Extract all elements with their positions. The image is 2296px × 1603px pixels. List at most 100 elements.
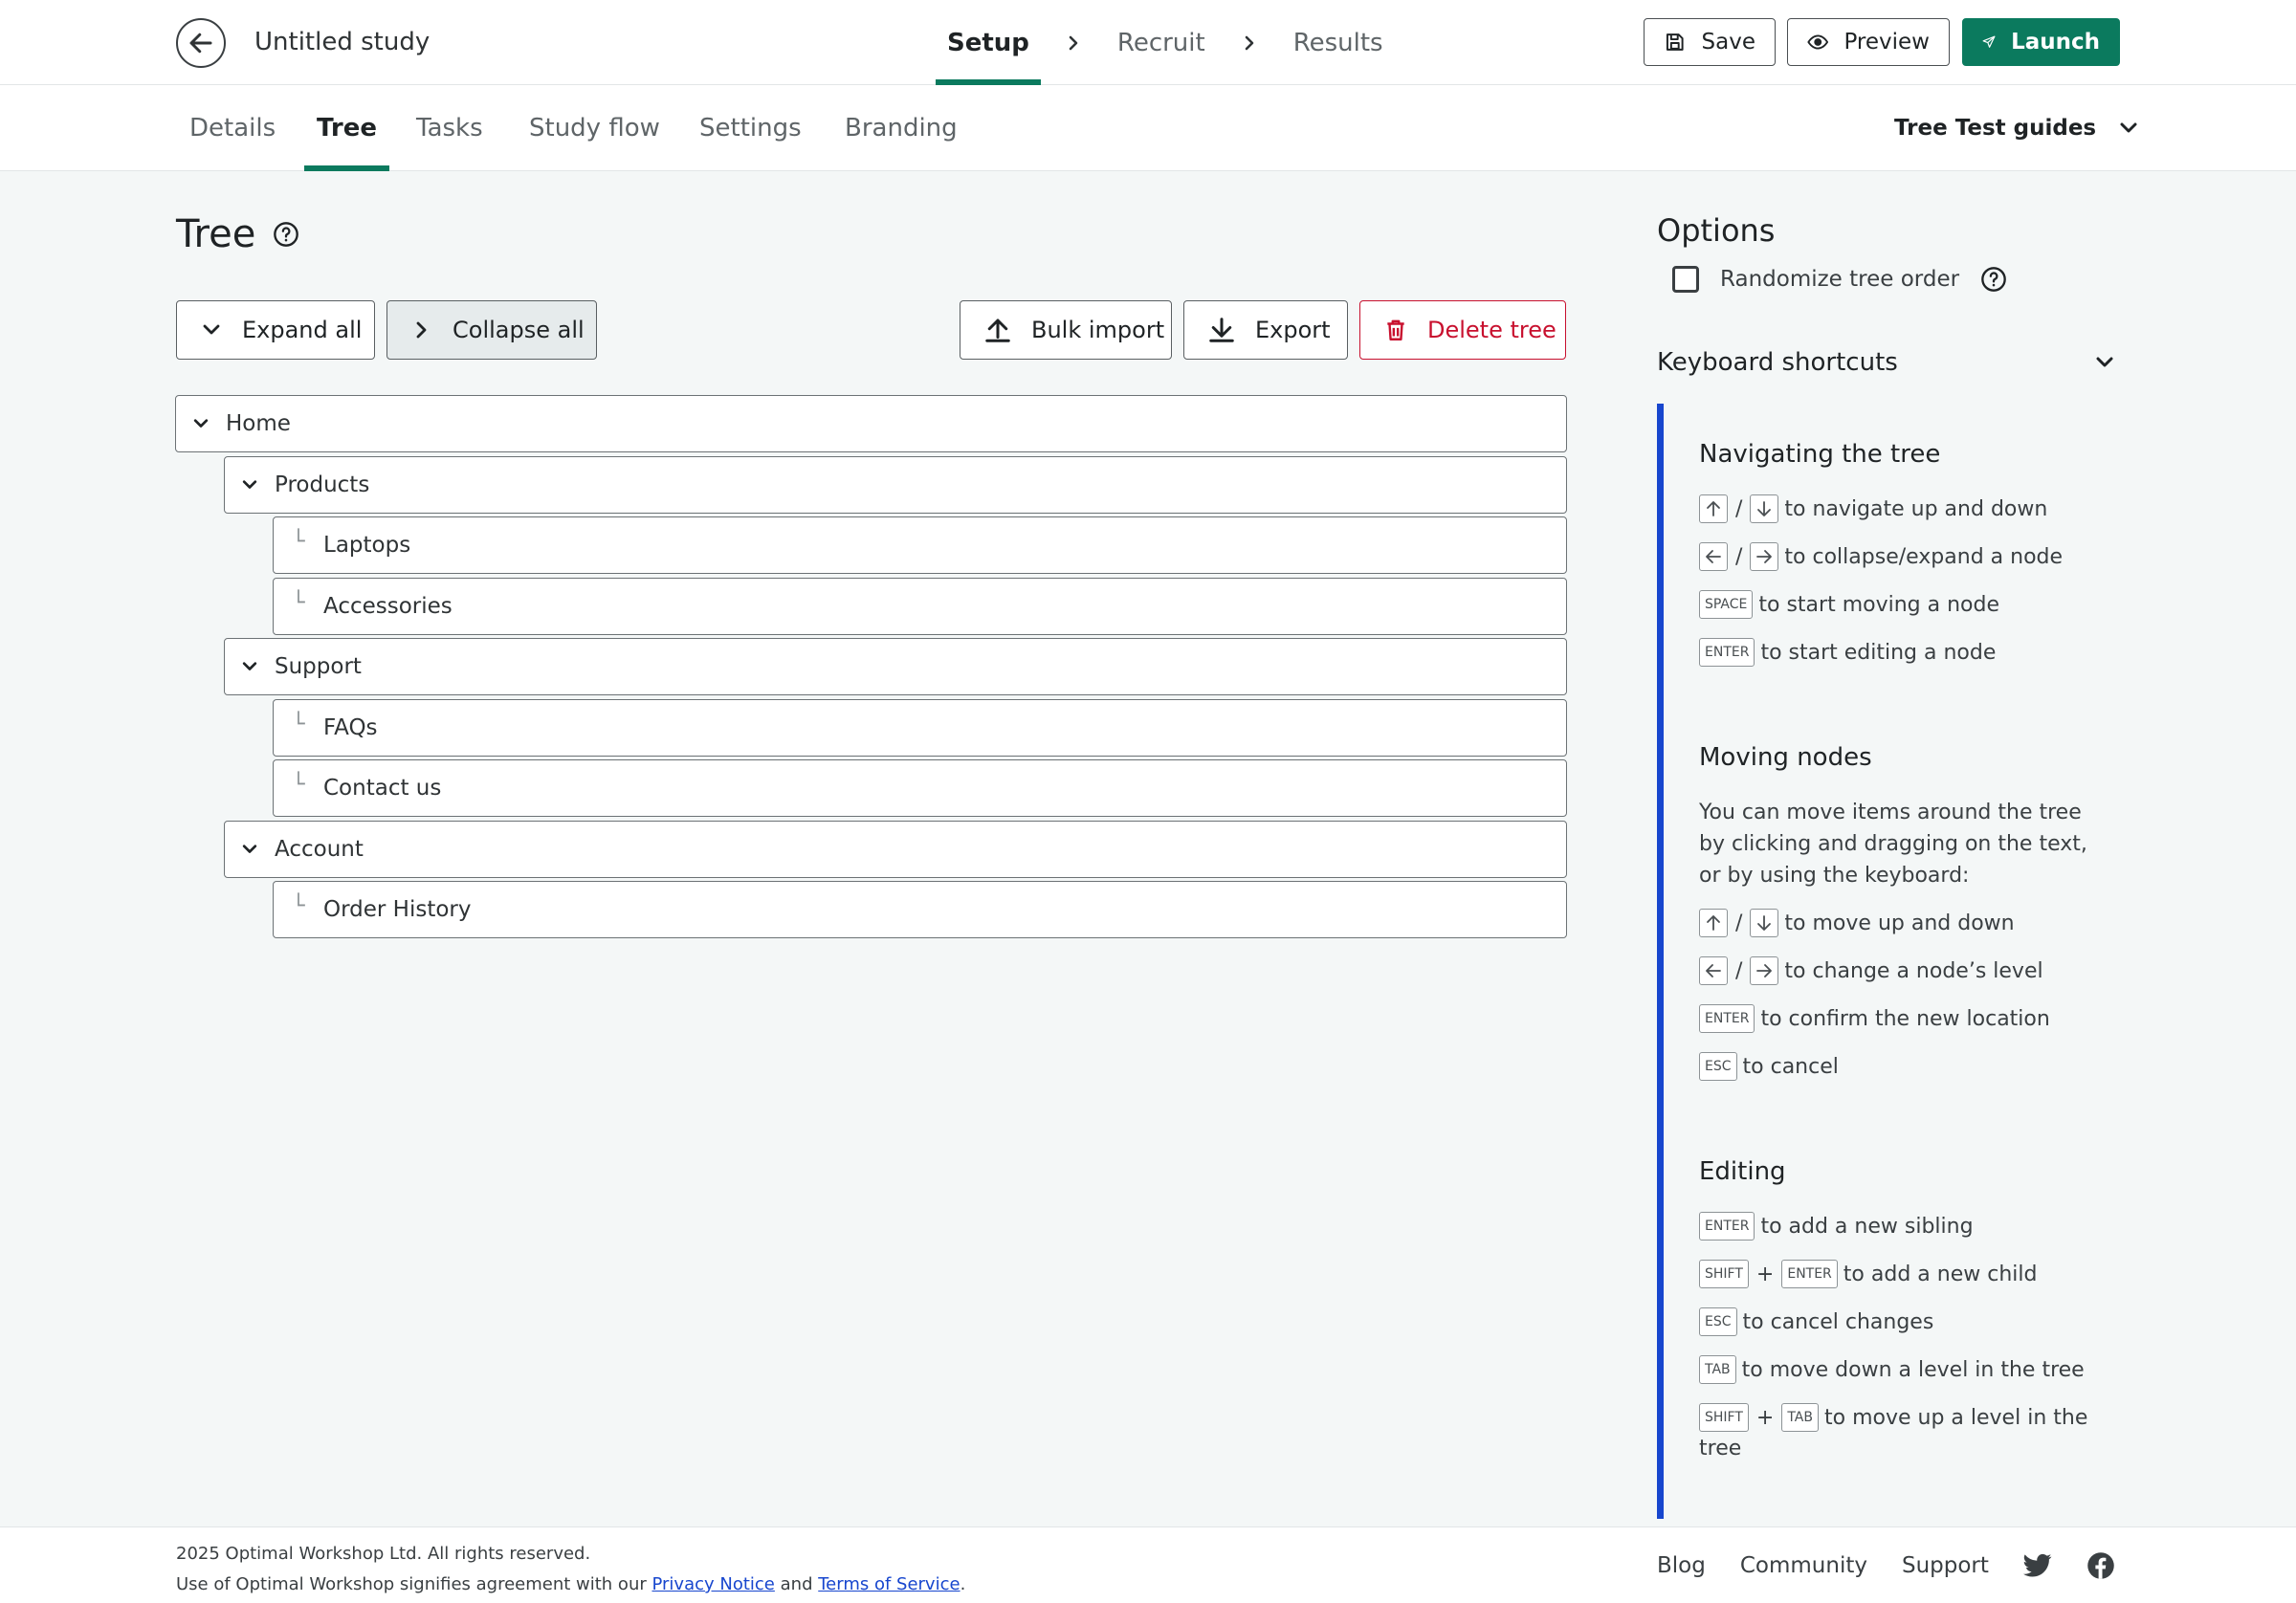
tree-node-laptops[interactable]: └ Laptops	[273, 516, 1567, 574]
shortcut-desc: to move up and down	[1784, 911, 2015, 935]
expand-all-label: Expand all	[242, 317, 363, 343]
tab-label: Tasks	[416, 114, 483, 143]
enter-key: ENTER	[1699, 1004, 1755, 1033]
shortcut-row: / to change a node’s level	[1699, 956, 2043, 985]
tree-node-faqs[interactable]: └ FAQs	[273, 699, 1567, 757]
agreement-and: and	[780, 1574, 813, 1594]
shortcut-desc: to confirm the new location	[1760, 1006, 2050, 1031]
agreement-line: Use of Optimal Workshop signifies agreem…	[176, 1570, 965, 1600]
shortcut-desc: to move down a level in the tree	[1741, 1357, 2085, 1382]
step-nav: Setup Recruit Results	[936, 0, 1395, 85]
expand-all-button[interactable]: Expand all	[176, 300, 375, 360]
study-title[interactable]: Untitled study	[254, 24, 430, 60]
agreement-prefix: Use of Optimal Workshop signifies agreem…	[176, 1574, 647, 1594]
tree-node-label[interactable]: Accessories	[323, 594, 453, 619]
back-button[interactable]	[176, 18, 226, 68]
upload-icon	[985, 318, 1010, 342]
chevron-right-icon	[1069, 35, 1078, 50]
shortcut-row: SHIFT + ENTER to add a new child	[1699, 1260, 2037, 1288]
step-label: Setup	[947, 28, 1029, 57]
tree-branch-icon: └	[292, 590, 305, 615]
arrow-down-key-icon	[1750, 909, 1779, 937]
save-icon	[1666, 33, 1684, 51]
chevron-down-icon[interactable]	[225, 475, 275, 494]
twitter-icon[interactable]	[2022, 1553, 2052, 1578]
randomize-label[interactable]: Randomize tree order	[1720, 267, 1959, 292]
launch-label: Launch	[2011, 30, 2100, 55]
keyboard-shortcuts-toggle[interactable]: Keyboard shortcuts	[1657, 348, 2116, 377]
help-icon[interactable]	[273, 221, 299, 248]
tree-node-support[interactable]: Support	[224, 638, 1567, 695]
preview-button[interactable]: Preview	[1787, 18, 1950, 66]
shortcut-row: / to move up and down	[1699, 909, 2015, 937]
paper-plane-icon	[1982, 35, 1996, 48]
collapse-all-button[interactable]: Collapse all	[386, 300, 597, 360]
tree-node-label[interactable]: FAQs	[323, 715, 378, 740]
save-button[interactable]: Save	[1644, 18, 1776, 66]
trash-icon	[1387, 319, 1404, 340]
tree-node-label[interactable]: Order History	[323, 897, 472, 922]
tree-node-products[interactable]: Products	[224, 456, 1567, 514]
tab-tasks[interactable]: Tasks	[404, 85, 496, 171]
shortcuts-nav-title: Navigating the tree	[1699, 440, 1941, 469]
footer-links: Blog Community Support	[1657, 1527, 2115, 1603]
guides-label: Tree Test guides	[1894, 116, 2097, 141]
tree-node-account[interactable]: Account	[224, 821, 1567, 878]
launch-button[interactable]: Launch	[1962, 18, 2120, 66]
tree-node-label[interactable]: Home	[226, 411, 291, 436]
tree-node-home[interactable]: Home	[175, 395, 1567, 452]
top-bar: Untitled study Setup Recruit Results Sav…	[0, 0, 2296, 85]
tree-branch-icon: └	[292, 893, 305, 918]
facebook-icon[interactable]	[2086, 1551, 2115, 1580]
tree-node-label[interactable]: Contact us	[323, 776, 441, 801]
chevron-right-icon	[1245, 35, 1254, 50]
tab-settings[interactable]: Settings	[687, 85, 814, 171]
footer-link-blog[interactable]: Blog	[1657, 1553, 1706, 1578]
tree-node-label[interactable]: Account	[275, 837, 364, 862]
shortcut-desc: to move up a level in the	[1824, 1405, 2088, 1430]
tree-node-accessories[interactable]: └ Accessories	[273, 578, 1567, 635]
shortcuts-move-title: Moving nodes	[1699, 743, 1872, 772]
footer-link-community[interactable]: Community	[1740, 1553, 1867, 1578]
tree-node-label[interactable]: Products	[275, 472, 369, 497]
arrow-left-key-icon	[1699, 956, 1728, 985]
footer-legal: 2025 Optimal Workshop Ltd. All rights re…	[176, 1539, 965, 1600]
tab-label: Settings	[699, 114, 802, 143]
privacy-notice-link[interactable]: Privacy Notice	[651, 1574, 774, 1594]
tab-details[interactable]: Details	[177, 85, 288, 171]
tree-node-contact-us[interactable]: └ Contact us	[273, 759, 1567, 817]
tree-node-order-history[interactable]: └ Order History	[273, 881, 1567, 938]
chevron-down-icon[interactable]	[176, 414, 226, 433]
shortcut-desc: to cancel changes	[1742, 1309, 1934, 1334]
bulk-import-button[interactable]: Bulk import	[960, 300, 1172, 360]
help-icon[interactable]	[1980, 266, 2007, 293]
tab-study-flow[interactable]: Study flow	[517, 85, 673, 171]
tab-branding[interactable]: Branding	[832, 85, 970, 171]
tree-node-label[interactable]: Support	[275, 654, 362, 679]
delete-tree-button[interactable]: Delete tree	[1359, 300, 1566, 360]
preview-label: Preview	[1843, 30, 1930, 55]
step-results[interactable]: Results	[1282, 0, 1395, 85]
delete-tree-label: Delete tree	[1427, 317, 1556, 343]
terms-of-service-link[interactable]: Terms of Service	[818, 1574, 960, 1594]
tree-test-guides-dropdown[interactable]: Tree Test guides	[1894, 85, 2140, 171]
footer-link-support[interactable]: Support	[1902, 1553, 1989, 1578]
randomize-option: Randomize tree order	[1672, 266, 2007, 293]
export-button[interactable]: Export	[1183, 300, 1348, 360]
step-recruit[interactable]: Recruit	[1106, 0, 1217, 85]
arrow-up-key-icon	[1699, 494, 1728, 523]
shortcut-desc: tree	[1699, 1437, 1742, 1460]
chevron-down-icon[interactable]	[225, 657, 275, 676]
tab-label: Branding	[845, 114, 958, 143]
tab-tree[interactable]: Tree	[304, 85, 389, 171]
tab-label: Study flow	[529, 114, 660, 143]
chevron-down-icon[interactable]	[225, 840, 275, 859]
step-setup[interactable]: Setup	[936, 0, 1041, 85]
page-title-text: Tree	[176, 212, 256, 256]
tree-node-label[interactable]: Laptops	[323, 533, 410, 558]
randomize-checkbox[interactable]	[1672, 266, 1699, 293]
keyboard-shortcuts-title: Keyboard shortcuts	[1657, 348, 1898, 377]
shortcut-row: ENTER to confirm the new location	[1699, 1004, 2050, 1033]
shortcut-row: SPACE to start moving a node	[1699, 590, 1999, 619]
tree-branch-icon: └	[292, 712, 305, 736]
